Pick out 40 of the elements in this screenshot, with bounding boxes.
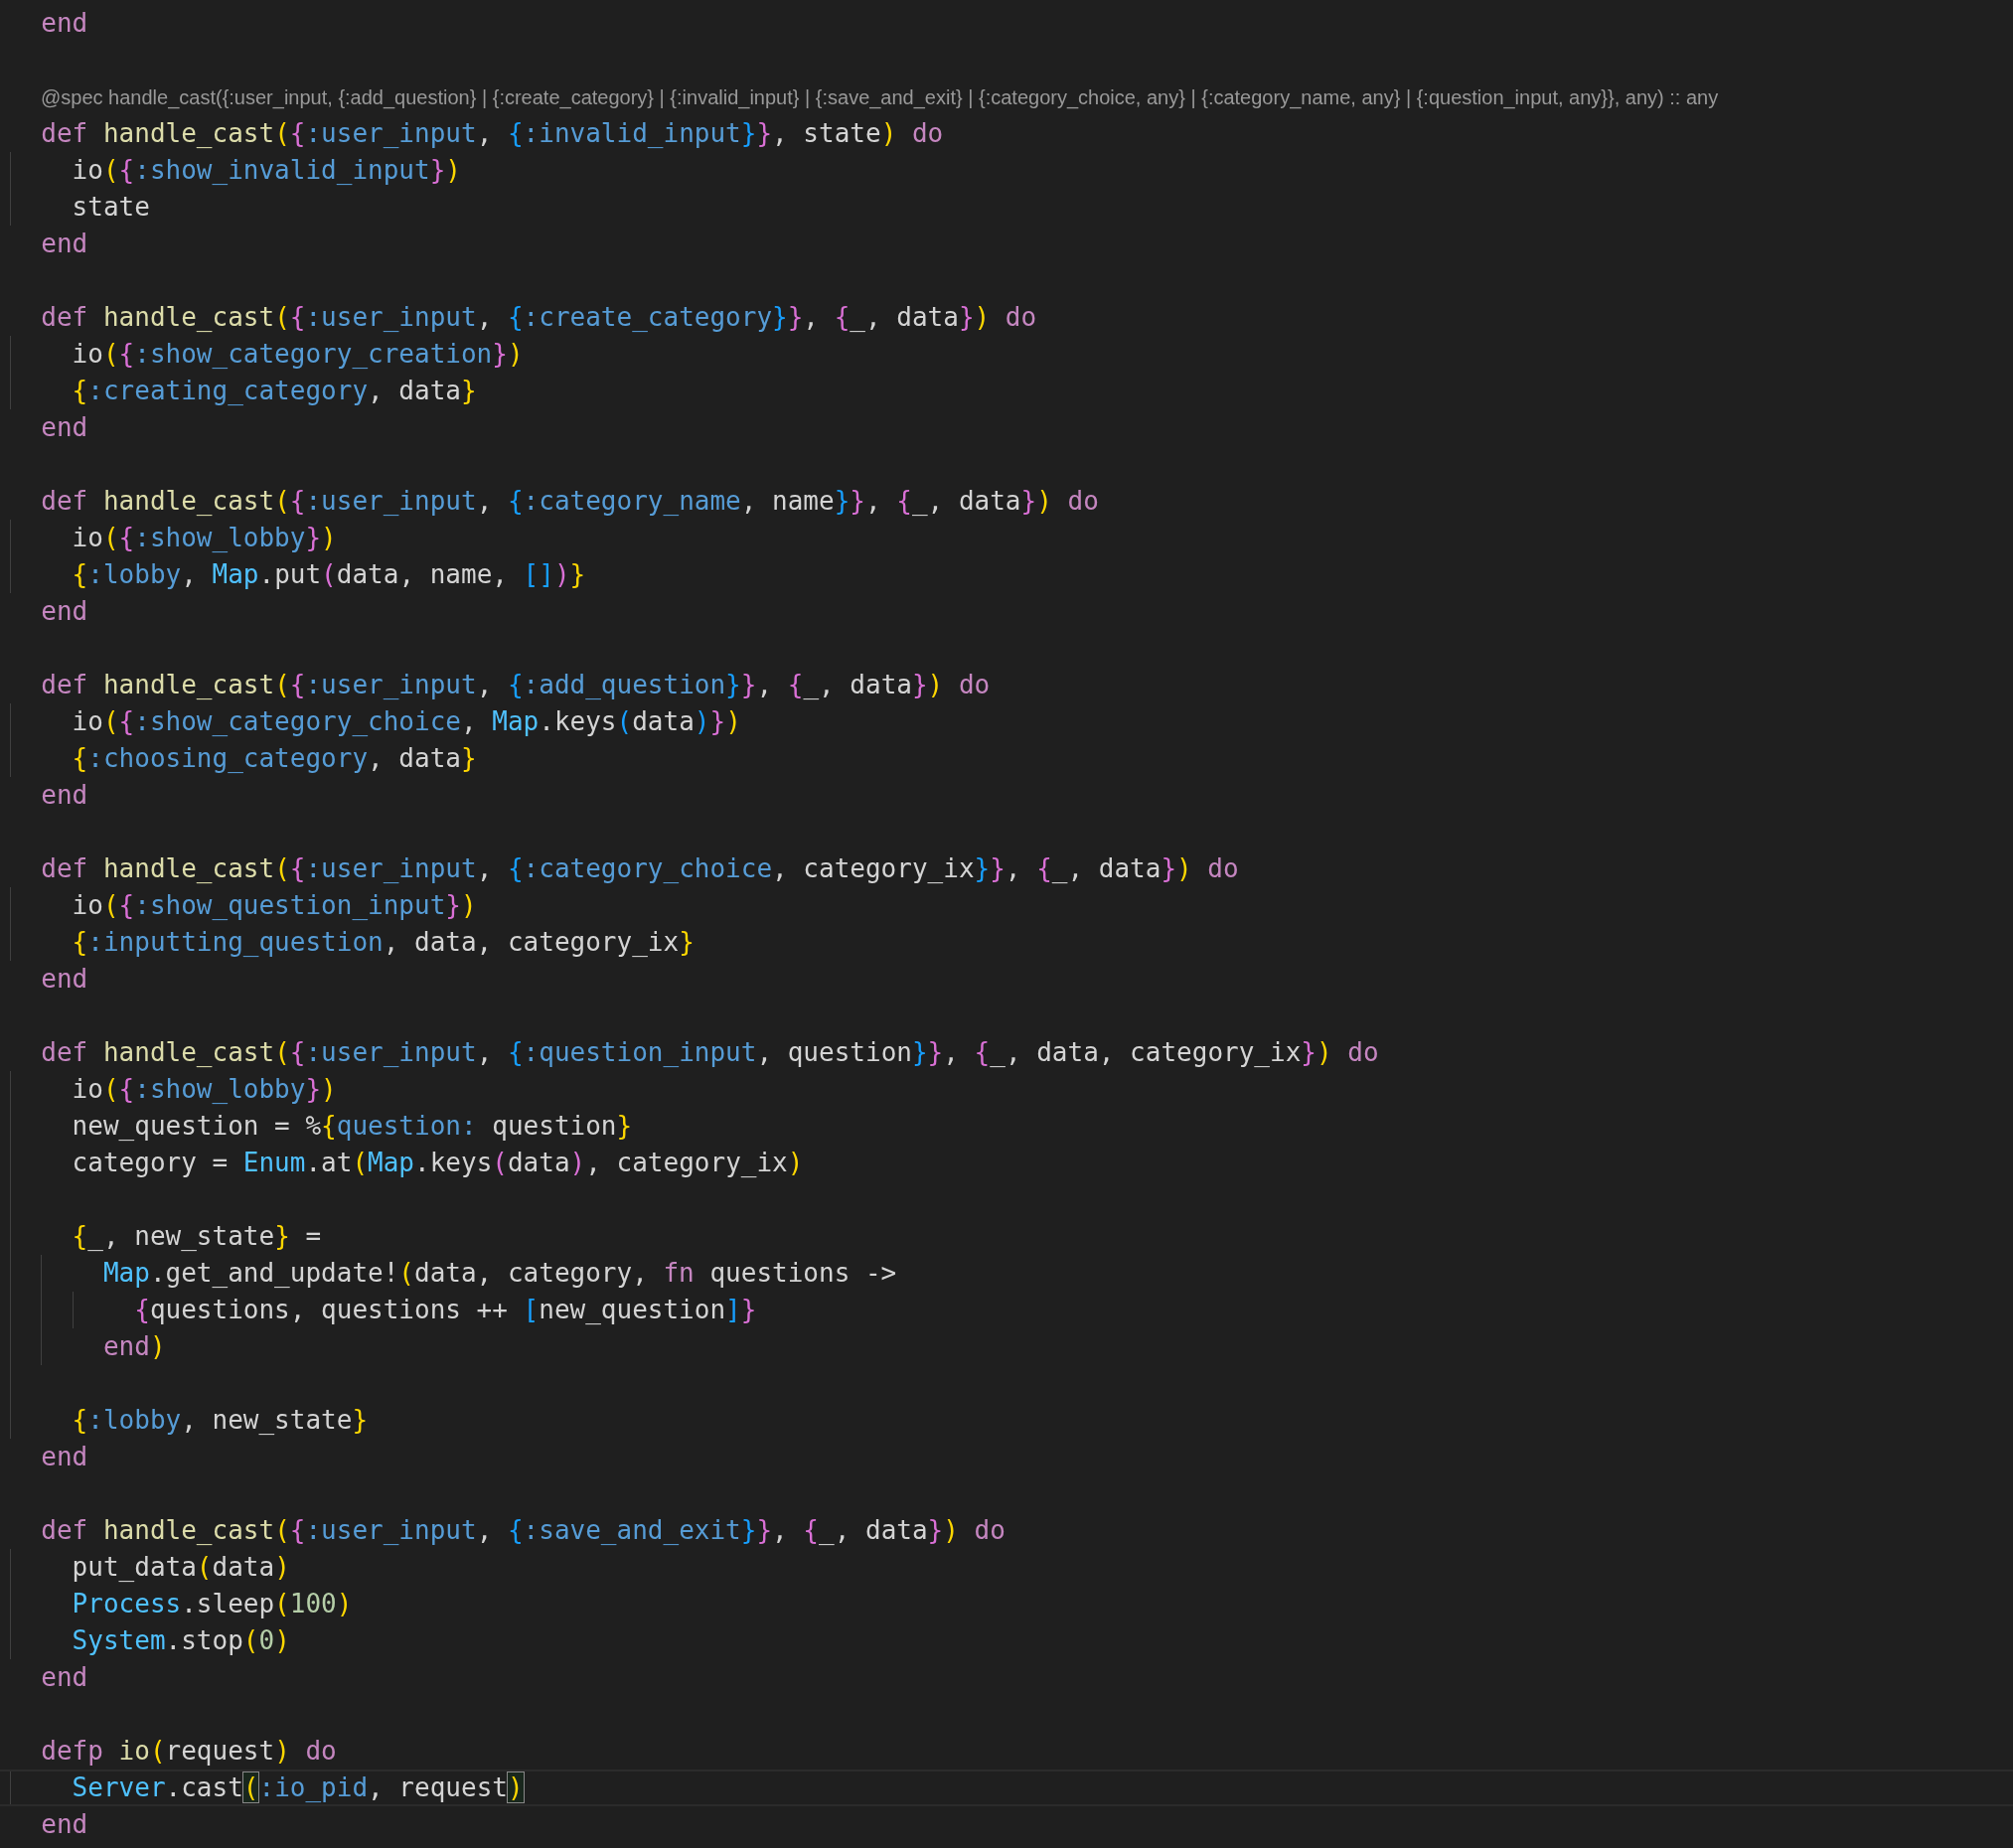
code-line: def handle_cast({:user_input, {:save_and_exit}}, {_, data}) do: [40, 1514, 1006, 1547]
code-line: def handle_cast({:user_input, {:category_choice, category_ix}}, {_, data}) do: [40, 852, 1239, 885]
code-line: end: [40, 779, 88, 812]
code-line: end: [40, 1661, 88, 1694]
code-line: end: [40, 228, 88, 260]
code-line: {:choosing_category, data}: [71, 742, 477, 775]
spec-annotation: @spec handle_cast({:user_input, {:add_question} | {:create_category} | {:invalid_input} | {:save_and_exit} | {:category_choice, any} | {:category_name, any} | {:question_input, any}}, any) :: any: [41, 84, 1719, 111]
code-line: {:lobby, Map.put(data, name, [])}: [71, 558, 586, 591]
code-line: end: [40, 411, 88, 444]
code-line: new_question = %{question: question}: [71, 1110, 633, 1143]
code-line: end: [40, 963, 88, 996]
code-line: end: [40, 1441, 88, 1473]
code-line: end): [101, 1330, 166, 1363]
code-line: def handle_cast({:user_input, {:create_category}}, {_, data}) do: [40, 301, 1037, 334]
code-line: io({:show_lobby}): [71, 522, 337, 554]
code-line: io({:show_category_choice, Map.keys(data)}): [71, 705, 741, 738]
code-line: {questions, questions ++ [new_question]}: [133, 1294, 757, 1326]
code-line: end: [40, 595, 88, 628]
code-line: {:lobby, new_state}: [71, 1404, 369, 1437]
code-line: end: [40, 7, 88, 40]
code-line: io({:show_category_creation}): [71, 338, 524, 371]
code-line: put_data(data): [71, 1551, 290, 1584]
code-line: System.stop(0): [71, 1624, 290, 1657]
code-line: category = Enum.at(Map.keys(data), category_ix): [71, 1147, 804, 1179]
code-line: end: [40, 1808, 88, 1841]
code-line: def handle_cast({:user_input, {:invalid_input}}, state) do: [40, 117, 944, 150]
code-line: {:creating_category, data}: [71, 375, 477, 407]
code-line: io({:show_lobby}): [71, 1073, 337, 1106]
code-line: Server.cast(:io_pid, request): [71, 1771, 524, 1804]
code-line: def handle_cast({:user_input, {:question_input, question}}, {_, data, category_ix}) do: [40, 1036, 1379, 1069]
code-line: state: [71, 191, 150, 224]
code-line: io({:show_invalid_input}): [71, 154, 461, 187]
code-line: io({:show_question_input}): [71, 889, 477, 922]
code-line: Process.sleep(100): [71, 1588, 353, 1620]
code-line: {_, new_state} =: [71, 1220, 322, 1253]
code-line: Map.get_and_update!(data, category, fn questions ->: [101, 1257, 897, 1290]
code-line: def handle_cast({:user_input, {:add_question}}, {_, data}) do: [40, 669, 991, 701]
code-line: {:inputting_question, data, category_ix}: [71, 926, 695, 959]
code-line: defp io(request) do: [40, 1735, 337, 1768]
code-line: def handle_cast({:user_input, {:category_name, name}}, {_, data}) do: [40, 485, 1099, 518]
